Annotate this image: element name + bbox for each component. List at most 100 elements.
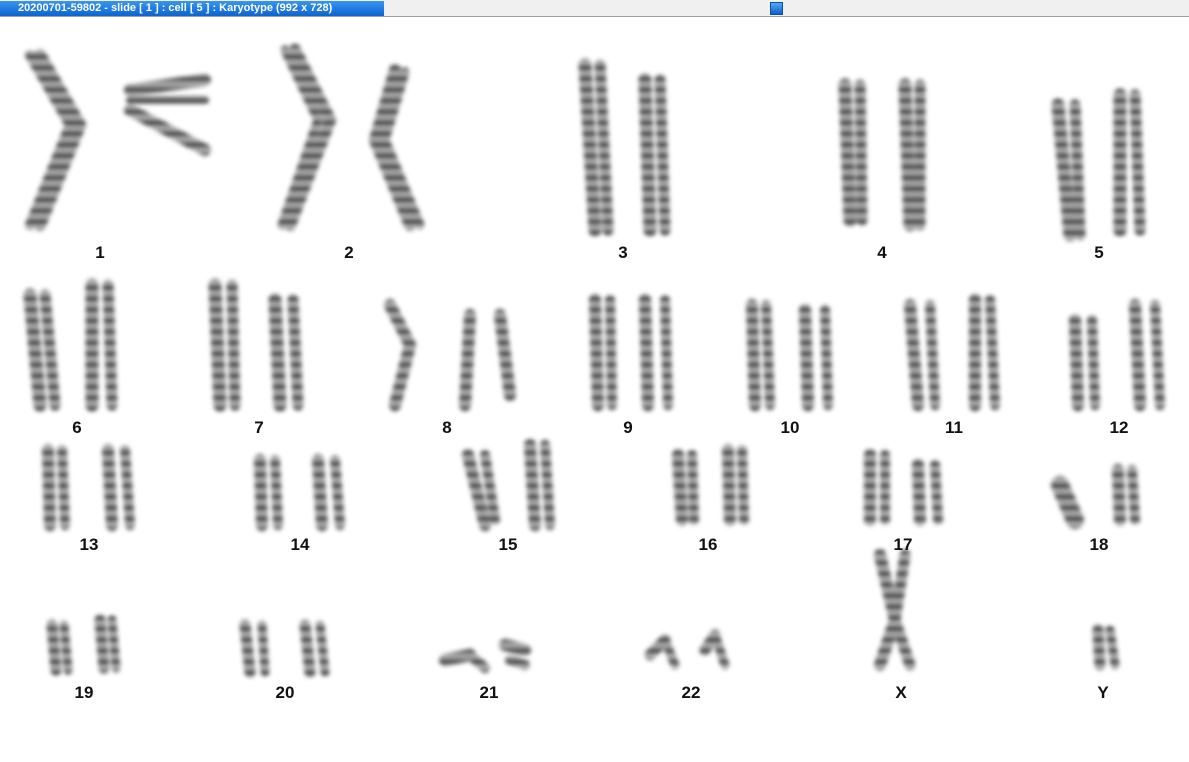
- chromatid: [594, 59, 614, 236]
- chromosome-pair-Y[interactable]: [1092, 624, 1120, 671]
- chromosome-label-19: 19: [75, 683, 94, 702]
- chromatid: [226, 279, 241, 411]
- chromatid: [1087, 315, 1100, 410]
- chromatid: [23, 288, 47, 412]
- chromatid: [605, 295, 617, 410]
- chromosome-pair-14[interactable]: [254, 454, 345, 531]
- chromatid: [1127, 465, 1140, 525]
- chromatid: [660, 635, 680, 670]
- chromatid: [589, 294, 604, 411]
- chromatid: [737, 445, 749, 525]
- chromosome-label-14: 14: [291, 535, 310, 554]
- chromosome-pair-20[interactable]: [239, 619, 330, 678]
- chromosome-pair-6[interactable]: [23, 278, 118, 412]
- chromatid: [904, 299, 924, 411]
- chromatid: [578, 58, 602, 237]
- chromatid: [710, 630, 730, 670]
- chromosome-pair-2[interactable]: [277, 44, 425, 231]
- chromatid: [1112, 464, 1126, 526]
- chromosome-pair-1[interactable]: [25, 49, 211, 231]
- chromosome-label-7: 7: [254, 418, 263, 437]
- window-title-bar: 20200701-59802 - slide [ 1 ] : cell [ 5 …: [0, 0, 1189, 17]
- chromosome-label-4: 4: [877, 243, 887, 262]
- scrollbar-thumb[interactable]: [770, 2, 783, 15]
- chromatid: [102, 279, 118, 411]
- chromatid: [208, 278, 227, 412]
- chromatid: [898, 78, 917, 232]
- chromosome-pair-18[interactable]: [1051, 464, 1140, 529]
- chromosome-label-2: 2: [344, 243, 353, 262]
- chromosome-label-5: 5: [1094, 243, 1103, 262]
- chromatid: [1051, 476, 1084, 529]
- chromatid: [107, 615, 121, 673]
- chromatid: [889, 549, 911, 626]
- chromosome-label-8: 8: [442, 418, 451, 437]
- chromosome-pair-10[interactable]: [746, 299, 833, 411]
- chromatid: [722, 444, 736, 526]
- chromatid: [39, 289, 61, 411]
- chromatid: [315, 620, 330, 677]
- chromatid: [1150, 300, 1165, 410]
- chromosome-label-12: 12: [1110, 418, 1129, 437]
- chromatid: [459, 309, 476, 411]
- chromatid: [59, 620, 73, 675]
- chromatid: [42, 444, 56, 531]
- chromatid: [57, 445, 70, 530]
- chromatid: [465, 650, 490, 673]
- chromosome-pair-16[interactable]: [672, 444, 749, 526]
- chromosome-label-15: 15: [499, 535, 518, 554]
- chromosome-pair-X[interactable]: [874, 549, 916, 671]
- chromosome-pair-22[interactable]: [644, 629, 730, 670]
- chromosome-label-17: 17: [894, 535, 913, 554]
- chromosome-pair-17[interactable]: [864, 449, 943, 526]
- chromosome-pair-4[interactable]: [838, 78, 926, 232]
- chromatid: [524, 439, 541, 531]
- chromosome-pair-3[interactable]: [578, 58, 671, 237]
- chromosome-pair-7[interactable]: [208, 278, 304, 412]
- chromatid: [384, 299, 416, 351]
- chromatid: [985, 295, 1000, 410]
- chromosome-label-20: 20: [276, 683, 295, 702]
- chromosome-label-Y: Y: [1097, 683, 1109, 702]
- chromatid: [799, 304, 814, 411]
- chromatid: [505, 655, 530, 670]
- chromosome-label-11: 11: [945, 418, 963, 437]
- chromosome-label-21: 21: [480, 683, 499, 702]
- chromatid: [268, 293, 287, 412]
- chromatid: [287, 294, 304, 411]
- chromatid: [1051, 98, 1077, 242]
- chromatid: [912, 459, 926, 526]
- chromosome-label-3: 3: [618, 243, 627, 262]
- chromatid: [254, 454, 268, 531]
- chromosome-label-6: 6: [72, 418, 81, 437]
- chromatid: [654, 74, 671, 236]
- chromatid: [46, 619, 62, 676]
- chromosome-label-22: 22: [682, 683, 701, 702]
- chromatid: [660, 295, 673, 410]
- chromosome-pair-19[interactable]: [46, 614, 121, 676]
- chromosome-label-10: 10: [781, 418, 800, 437]
- chromosome-pair-9[interactable]: [589, 294, 673, 411]
- chromatid: [761, 300, 775, 410]
- chromatid: [124, 104, 211, 156]
- chromatid: [672, 449, 688, 526]
- karyotype-canvas: 1 2 3 4 56 7 8 9 10 11 1213 14 15 16 17 1819 20 21 22 X Y: [23, 44, 1165, 702]
- chromatid: [330, 455, 345, 530]
- chromosome-label-16: 16: [699, 535, 718, 554]
- chromosome-pair-8[interactable]: [384, 299, 516, 411]
- chromosome-pair-13[interactable]: [42, 444, 135, 531]
- chromosome-pair-5[interactable]: [1051, 88, 1146, 242]
- chromatid: [1092, 624, 1106, 671]
- chromatid: [925, 300, 940, 410]
- chromosome-label-18: 18: [1090, 535, 1109, 554]
- window-title[interactable]: 20200701-59802 - slide [ 1 ] : cell [ 5 …: [0, 1, 384, 16]
- chromosome-pair-12[interactable]: [1069, 299, 1165, 411]
- chromosome-pair-15[interactable]: [462, 439, 555, 531]
- chromosome-label-9: 9: [623, 418, 632, 437]
- chromatid: [270, 455, 283, 530]
- chromatid: [687, 450, 699, 525]
- chromosome-pair-21[interactable]: [439, 639, 531, 673]
- chromatid: [639, 294, 654, 411]
- chromatid: [746, 299, 761, 411]
- chromosome-pair-11[interactable]: [904, 294, 1000, 411]
